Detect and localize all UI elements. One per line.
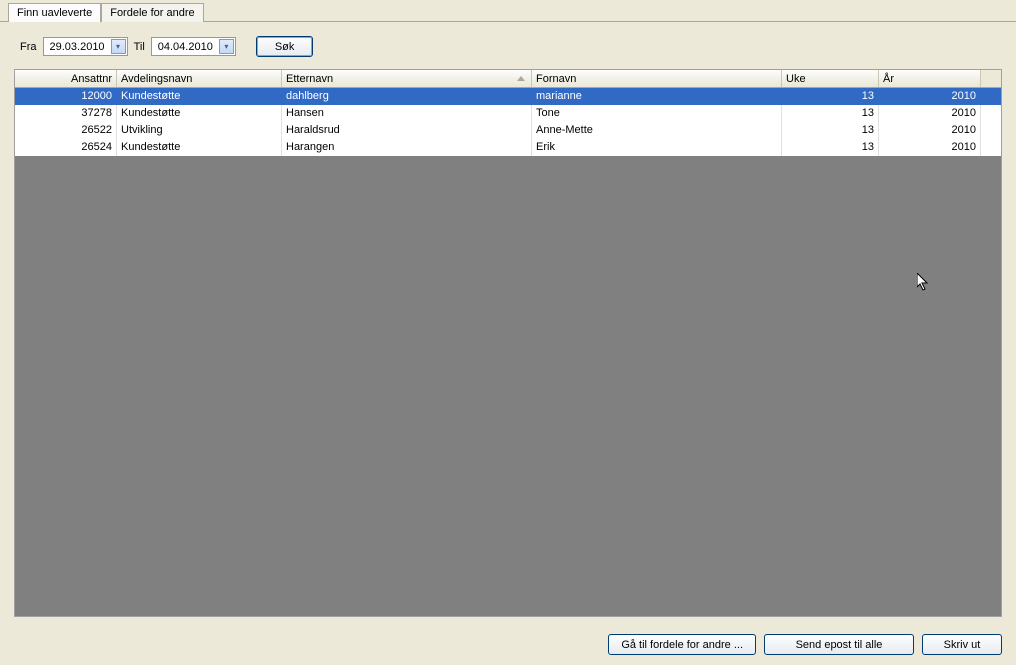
- col-etternavn[interactable]: Etternavn: [282, 70, 532, 87]
- cell-ansattnr: 26524: [15, 139, 117, 156]
- cell-avdelingsnavn: Kundestøtte: [117, 139, 282, 156]
- cell-ar: 2010: [879, 88, 981, 105]
- col-ansattnr[interactable]: Ansattnr: [15, 70, 117, 87]
- filter-bar: Fra 29.03.2010 ▾ Til 04.04.2010 ▾ Søk: [0, 22, 1016, 65]
- cell-etternavn: Haraldsrud: [282, 122, 532, 139]
- tab-finn-uavleverte[interactable]: Finn uavleverte: [8, 3, 101, 22]
- col-avdelingsnavn[interactable]: Avdelingsnavn: [117, 70, 282, 87]
- tab-bar: Finn uavleverte Fordele for andre: [0, 0, 1016, 22]
- cell-etternavn: Harangen: [282, 139, 532, 156]
- cell-fornavn: Tone: [532, 105, 782, 122]
- footer-buttons: Gå til fordele for andre ... Send epost …: [608, 634, 1002, 655]
- table-row[interactable]: 26524KundestøtteHarangenErik132010: [15, 139, 1001, 156]
- cell-avdelingsnavn: Kundestøtte: [117, 88, 282, 105]
- til-date-value: 04.04.2010: [158, 41, 213, 53]
- col-ar[interactable]: År: [879, 70, 981, 87]
- cell-fornavn: Anne-Mette: [532, 122, 782, 139]
- table-row[interactable]: 12000Kundestøttedahlbergmarianne132010: [15, 88, 1001, 105]
- cell-ansattnr: 37278: [15, 105, 117, 122]
- cell-uke: 13: [782, 88, 879, 105]
- cell-uke: 13: [782, 139, 879, 156]
- fra-date-value: 29.03.2010: [50, 41, 105, 53]
- cell-etternavn: dahlberg: [282, 88, 532, 105]
- cell-uke: 13: [782, 105, 879, 122]
- fra-label: Fra: [20, 41, 37, 53]
- cell-avdelingsnavn: Kundestøtte: [117, 105, 282, 122]
- results-grid: Ansattnr Avdelingsnavn Etternavn Fornavn…: [14, 69, 1002, 617]
- chevron-down-icon[interactable]: ▾: [111, 39, 126, 54]
- cell-fornavn: marianne: [532, 88, 782, 105]
- table-row[interactable]: 37278KundestøtteHansenTone132010: [15, 105, 1001, 122]
- print-button[interactable]: Skriv ut: [922, 634, 1002, 655]
- cell-ar: 2010: [879, 139, 981, 156]
- send-epost-button[interactable]: Send epost til alle: [764, 634, 914, 655]
- cell-etternavn: Hansen: [282, 105, 532, 122]
- grid-body: 12000Kundestøttedahlbergmarianne13201037…: [15, 88, 1001, 616]
- goto-fordele-button[interactable]: Gå til fordele for andre ...: [608, 634, 756, 655]
- cell-ansattnr: 26522: [15, 122, 117, 139]
- cell-fornavn: Erik: [532, 139, 782, 156]
- cell-ar: 2010: [879, 105, 981, 122]
- fra-date-picker[interactable]: 29.03.2010 ▾: [43, 37, 128, 56]
- til-label: Til: [134, 41, 145, 53]
- grid-header: Ansattnr Avdelingsnavn Etternavn Fornavn…: [15, 70, 1001, 88]
- col-uke[interactable]: Uke: [782, 70, 879, 87]
- cell-avdelingsnavn: Utvikling: [117, 122, 282, 139]
- search-button[interactable]: Søk: [256, 36, 314, 57]
- til-date-picker[interactable]: 04.04.2010 ▾: [151, 37, 236, 56]
- cell-uke: 13: [782, 122, 879, 139]
- col-fornavn[interactable]: Fornavn: [532, 70, 782, 87]
- table-row[interactable]: 26522UtviklingHaraldsrudAnne-Mette132010: [15, 122, 1001, 139]
- cell-ansattnr: 12000: [15, 88, 117, 105]
- chevron-down-icon[interactable]: ▾: [219, 39, 234, 54]
- cell-ar: 2010: [879, 122, 981, 139]
- tab-fordele-for-andre[interactable]: Fordele for andre: [101, 3, 203, 22]
